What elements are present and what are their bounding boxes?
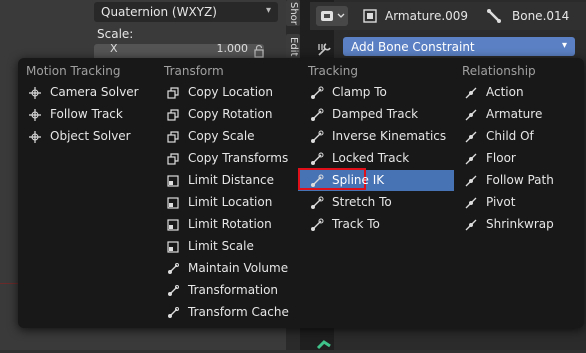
chevron-down-icon: ▾ <box>265 5 271 16</box>
menu-item-label: Maintain Volume <box>188 261 289 275</box>
wrench-icon[interactable] <box>316 42 332 58</box>
chevron-down-icon: ▾ <box>561 40 567 51</box>
transformation-icon <box>166 283 180 297</box>
editor-type-button[interactable] <box>316 6 348 26</box>
limit-distance-icon <box>166 173 180 187</box>
menu-column-heading: Transform <box>164 64 224 78</box>
follow-track-icon <box>28 107 42 121</box>
menu-column-heading: Relationship <box>462 64 536 78</box>
spline-ik-icon <box>310 173 324 187</box>
rotation-mode-select[interactable]: Quaternion (WXYZ) ▾ <box>94 2 278 22</box>
transform-cache-icon <box>166 305 180 319</box>
scale-x-axis-label: X <box>110 44 118 55</box>
scale-x-field[interactable]: X 1.000 <box>94 44 264 58</box>
menu-item-label: Transformation <box>188 283 279 297</box>
menu-item-label: Copy Rotation <box>188 107 273 121</box>
maintain-volume-icon <box>166 261 180 275</box>
limit-scale-icon <box>166 239 180 253</box>
copy-transforms-icon <box>166 151 180 165</box>
floor-icon <box>464 151 478 165</box>
armature-name: Armature.009 <box>385 9 469 23</box>
menu-item-label: Follow Track <box>50 107 123 121</box>
scale-x-value: 1.000 <box>216 44 249 55</box>
object-solver-icon <box>28 129 42 143</box>
menu-item-label: Inverse Kinematics <box>332 129 447 143</box>
menu-item-label: Limit Scale <box>188 239 254 253</box>
action-icon <box>464 85 478 99</box>
locked-track-icon <box>310 151 324 165</box>
armature-object-icon <box>363 9 377 23</box>
menu-item-label: Transform Cache <box>188 305 289 319</box>
menu-item-label: Armature <box>486 107 543 121</box>
tab-shortcuts[interactable]: Shor <box>286 0 300 26</box>
add-bone-constraint-button[interactable]: Add Bone Constraint ▾ <box>343 37 575 56</box>
rotation-mode-value: Quaternion (WXYZ) <box>101 5 217 19</box>
menu-item-label: Limit Rotation <box>188 217 272 231</box>
menu-column-heading: Tracking <box>308 64 358 78</box>
menu-item-label: Follow Path <box>486 173 554 187</box>
menu-item-label: Locked Track <box>332 151 410 165</box>
menu-item-label: Spline IK <box>332 173 385 187</box>
bone-icon <box>487 9 501 23</box>
track-to-icon <box>310 217 324 231</box>
menu-item-label: Camera Solver <box>50 85 139 99</box>
menu-item-label: Limit Location <box>188 195 273 209</box>
copy-scale-icon <box>166 129 180 143</box>
scale-label: Scale: <box>97 27 134 41</box>
add-bone-constraint-label: Add Bone Constraint <box>351 40 475 54</box>
camera-solver-icon <box>28 85 42 99</box>
menu-item-label: Action <box>486 85 524 99</box>
clamp-to-icon <box>310 85 324 99</box>
menu-item-label: Pivot <box>486 195 516 209</box>
inverse-kinematics-icon <box>310 129 324 143</box>
menu-item-label: Clamp To <box>332 85 387 99</box>
bone-constraint-tab-icon[interactable] <box>316 338 332 350</box>
shrinkwrap-icon <box>464 217 478 231</box>
menu-item-label: Child Of <box>486 129 534 143</box>
menu-item-label: Floor <box>486 151 516 165</box>
damped-track-icon <box>310 107 324 121</box>
menu-item-label: Object Solver <box>50 129 131 143</box>
menu-item-label: Copy Location <box>188 85 274 99</box>
menu-item-label: Limit Distance <box>188 173 275 187</box>
menu-column-heading: Motion Tracking <box>26 64 121 78</box>
limit-rotation-icon <box>166 217 180 231</box>
menu-item-label: Shrinkwrap <box>486 217 554 231</box>
pivot-icon <box>464 195 478 209</box>
child-of-icon <box>464 129 478 143</box>
copy-rotation-icon <box>166 107 180 121</box>
lock-icon[interactable] <box>252 44 266 58</box>
menu-item-label: Stretch To <box>332 195 392 209</box>
bone-name: Bone.014 <box>512 9 570 23</box>
limit-location-icon <box>166 195 180 209</box>
stretch-to-icon <box>310 195 324 209</box>
menu-item-label: Copy Transforms <box>188 151 289 165</box>
follow-path-icon <box>464 173 478 187</box>
menu-item-label: Copy Scale <box>188 129 255 143</box>
menu-item-label: Track To <box>332 217 380 231</box>
tab-edit[interactable]: Edit <box>286 34 300 60</box>
menu-item-label: Damped Track <box>332 107 419 121</box>
copy-location-icon <box>166 85 180 99</box>
armature-icon <box>464 107 478 121</box>
